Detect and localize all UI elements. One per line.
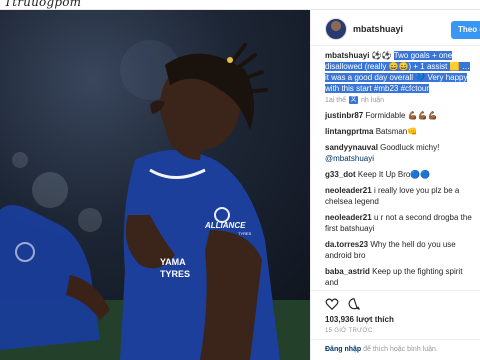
caption-time: 1ai thế — [325, 96, 347, 104]
login-text: để thích hoặc bình luận. — [361, 346, 438, 353]
site-header: Ttruuogpom — [0, 0, 480, 10]
login-link[interactable]: Đăng nhập — [325, 346, 361, 353]
caption-emoji: ⚽⚽ — [371, 51, 392, 60]
jersey-sponsor: ALLIANCE — [204, 221, 246, 230]
list-item: neoleader21 i really love you plz be a c… — [325, 185, 475, 207]
comment-text: Formidable 💪🏾💪🏾💪🏾 — [365, 111, 438, 120]
comment-text: Batsman👊 — [375, 127, 418, 136]
comment-mention[interactable]: @mbatshuayi — [325, 154, 374, 163]
comment-user[interactable]: da.torres23 — [325, 240, 368, 249]
avatar[interactable] — [325, 18, 347, 40]
caption-hashtags[interactable]: #mb23 #cfctour — [373, 84, 430, 93]
caption-user[interactable]: mbatshuayi — [325, 51, 369, 60]
login-prompt: Đăng nhập để thích hoặc bình luận. — [311, 339, 480, 353]
comment-icon[interactable] — [347, 297, 361, 311]
list-item: neoleader21 u r not a second drogba the … — [325, 212, 475, 234]
post-photo[interactable]: ALLIANCE TYRES YAMA TYRES — [0, 10, 310, 360]
list-item: da.torres23 Why the hell do you use andr… — [325, 239, 475, 261]
follow-button[interactable]: Theo dõi — [451, 21, 480, 39]
caption-comment-link[interactable]: nh luận — [361, 97, 384, 104]
comments-list[interactable]: mbatshuayi ⚽⚽ Two goals + one disallowed… — [311, 46, 480, 290]
caption-meta: 1ai thế 文 nh luận — [325, 96, 475, 104]
comment-user[interactable]: neoleader21 — [325, 186, 372, 195]
post-time: 15 GIỜ TRƯỚC — [325, 328, 373, 334]
post-header: mbatshuayi Theo dõi — [311, 10, 480, 46]
translate-icon[interactable]: 文 — [349, 96, 359, 104]
comment-user[interactable]: justinbr87 — [325, 111, 363, 120]
jersey-chest: YAMA — [160, 257, 186, 267]
post-actions: 103,936 lượt thích 15 GIỜ TRƯỚC Đăng nhậ… — [311, 290, 480, 360]
comment-user[interactable]: lintangprtma — [325, 127, 373, 136]
stadium-background: ALLIANCE TYRES YAMA TYRES — [0, 40, 310, 360]
post-caption: mbatshuayi ⚽⚽ Two goals + one disallowed… — [325, 50, 475, 94]
heart-icon[interactable] — [325, 297, 339, 311]
list-item: justinbr87 Formidable 💪🏾💪🏾💪🏾 — [325, 110, 475, 121]
list-item: sandyynauval Goodluck michy! @mbatshuayi — [325, 142, 475, 164]
post-details-panel: mbatshuayi Theo dõi mbatshuayi ⚽⚽ Two go… — [310, 10, 480, 360]
comment-user[interactable]: baba_astrid — [325, 267, 370, 276]
comment-text: Keep It Up Bro🔵🔵 — [357, 170, 431, 179]
comment-user[interactable]: sandyynauval — [325, 143, 378, 152]
comment-user[interactable]: g33_dot — [325, 170, 356, 179]
list-item: lintangprtma Batsman👊 — [325, 126, 475, 137]
jersey-chest: TYRES — [160, 269, 190, 279]
comment-user[interactable]: neoleader21 — [325, 213, 372, 222]
comment-text: Goodluck michy! — [380, 143, 440, 152]
site-logo[interactable]: Ttruuogpom — [4, 0, 81, 9]
list-item: baba_astrid Keep up the fighting spirit … — [325, 266, 475, 288]
author-handle[interactable]: mbatshuayi — [353, 24, 403, 34]
list-item: g33_dot Keep It Up Bro🔵🔵 — [325, 169, 475, 180]
jersey-sponsor-sub: TYRES — [238, 231, 252, 236]
like-count[interactable]: 103,936 lượt thích — [325, 315, 394, 324]
